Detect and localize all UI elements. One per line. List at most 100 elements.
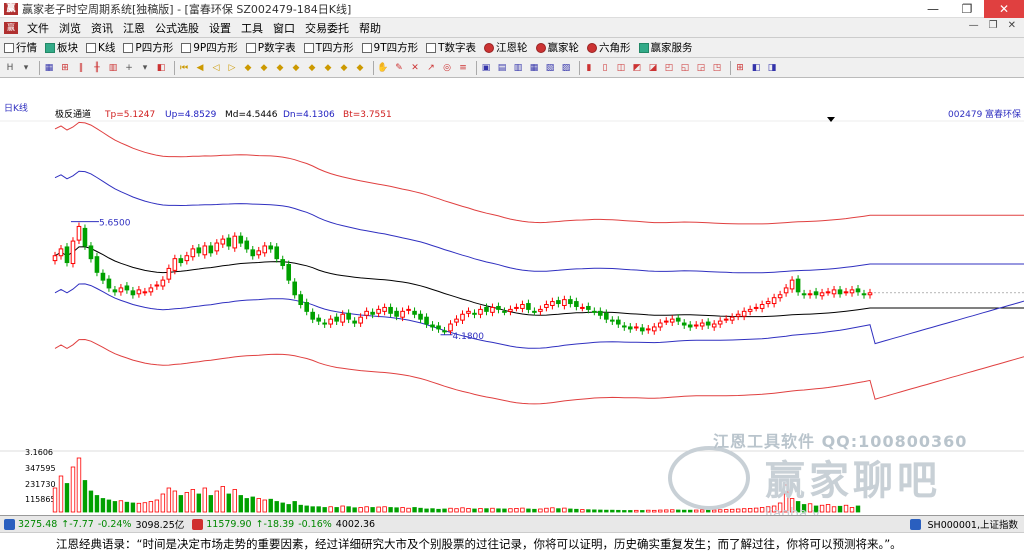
candle-body xyxy=(520,304,525,309)
volume-bar xyxy=(436,508,441,513)
dropdown-icon[interactable]: ▾ xyxy=(20,62,32,74)
toolbar-kline-button[interactable]: K线 xyxy=(82,40,119,55)
gann-icon[interactable]: ◎ xyxy=(441,62,453,74)
candle-body xyxy=(310,311,315,320)
volume-bar xyxy=(214,490,219,513)
current-index-label[interactable]: SH000001,上证指数 xyxy=(928,517,1018,531)
bar-tool-icon[interactable]: ‖ xyxy=(75,62,87,74)
diamond8-icon[interactable]: ◆ xyxy=(354,62,366,74)
diamond4-icon[interactable]: ◆ xyxy=(290,62,302,74)
maximize-button[interactable]: ❐ xyxy=(950,0,984,18)
candle-tool-icon[interactable]: ⊞ xyxy=(59,62,71,74)
toolbar-9p-square-button[interactable]: 9P四方形 xyxy=(177,40,242,55)
fib-icon[interactable]: ≡ xyxy=(457,62,469,74)
minimize-button[interactable]: — xyxy=(916,0,950,18)
toolbar-t-table-button[interactable]: T数字表 xyxy=(422,40,480,55)
mdi-close-button[interactable]: ✕ xyxy=(1008,20,1016,31)
menu-settings[interactable]: 设置 xyxy=(204,20,236,36)
right-icon[interactable]: ▷ xyxy=(226,62,238,74)
mdi-restore-button[interactable]: ❐ xyxy=(989,20,998,31)
chart9-icon[interactable]: ◳ xyxy=(711,62,723,74)
diamond1-icon[interactable]: ◆ xyxy=(242,62,254,74)
menu-formula[interactable]: 公式选股 xyxy=(150,20,204,36)
chart5-icon[interactable]: ◪ xyxy=(647,62,659,74)
toolbar-gann-wheel-button[interactable]: 江恩轮 xyxy=(480,40,532,55)
chart2-icon[interactable]: ▯ xyxy=(599,62,611,74)
mdi-minimize-button[interactable]: — xyxy=(969,20,979,31)
candle-body xyxy=(466,310,471,314)
chart6-icon[interactable]: ◰ xyxy=(663,62,675,74)
grid-tool-icon[interactable]: ▦ xyxy=(43,62,55,74)
plus-tool-icon[interactable]: + xyxy=(123,62,135,74)
close-button[interactable]: ✕ xyxy=(984,0,1024,18)
toolbar-p-square-button[interactable]: P四方形 xyxy=(119,40,177,55)
mark-tool-icon[interactable]: ◧ xyxy=(155,62,167,74)
report3-icon[interactable]: ▥ xyxy=(512,62,524,74)
arrow-icon[interactable]: ↗ xyxy=(425,62,437,74)
window-title: 赢家老子时空周期系统[独稿版] - [富春环保 SZ002479-184日K线] xyxy=(22,2,352,16)
chart4-icon[interactable]: ◩ xyxy=(631,62,643,74)
cross-icon[interactable]: ✕ xyxy=(409,62,421,74)
candle-body xyxy=(346,312,351,320)
volume-bar xyxy=(208,495,214,513)
toolbar-winner-wheel-button[interactable]: 赢家轮 xyxy=(532,40,584,55)
chart3-icon[interactable]: ◫ xyxy=(615,62,627,74)
candle-body xyxy=(532,310,537,313)
menu-tools[interactable]: 工具 xyxy=(236,20,268,36)
first-icon[interactable]: ⏮ xyxy=(178,62,190,74)
volume-bar xyxy=(334,507,339,513)
volume-bar xyxy=(711,509,717,513)
menu-window[interactable]: 窗口 xyxy=(268,20,300,36)
diamond7-icon[interactable]: ◆ xyxy=(338,62,350,74)
menu-trade[interactable]: 交易委托 xyxy=(300,20,354,36)
layout-icon[interactable]: ◧ xyxy=(750,62,762,74)
chart7-icon[interactable]: ◱ xyxy=(679,62,691,74)
left-icon[interactable]: ◁ xyxy=(210,62,222,74)
candle-body xyxy=(687,324,693,328)
hand-icon[interactable]: ✋ xyxy=(377,62,389,74)
candle-body xyxy=(508,308,513,312)
menu-help[interactable]: 帮助 xyxy=(354,20,386,36)
report6-icon[interactable]: ▨ xyxy=(560,62,572,74)
toolbar-sector-button[interactable]: 板块 xyxy=(41,40,82,55)
toolbar-t-square-button[interactable]: T四方形 xyxy=(300,40,358,55)
toolbar-service-button[interactable]: 赢家服务 xyxy=(635,40,697,55)
menu-browse[interactable]: 浏览 xyxy=(54,20,86,36)
toolbar-p-table-button[interactable]: P数字表 xyxy=(242,40,300,55)
chart1-icon[interactable]: ▮ xyxy=(583,62,595,74)
diamond5-icon[interactable]: ◆ xyxy=(306,62,318,74)
volume-bar xyxy=(226,493,231,513)
toolbar-hexagon-button[interactable]: 六角形 xyxy=(583,40,635,55)
report2-icon[interactable]: ▤ xyxy=(496,62,508,74)
report5-icon[interactable]: ▧ xyxy=(544,62,556,74)
candle-body xyxy=(502,310,507,313)
menu-file[interactable]: 文件 xyxy=(22,20,54,36)
dropdown2-icon[interactable]: ▾ xyxy=(139,62,151,74)
volume-bar xyxy=(694,509,699,513)
diamond3-icon[interactable]: ◆ xyxy=(274,62,286,74)
candle-body xyxy=(364,310,369,316)
chart8-icon[interactable]: ◲ xyxy=(695,62,707,74)
report4-icon[interactable]: ▦ xyxy=(528,62,540,74)
cursor-tool-icon[interactable]: H xyxy=(4,62,16,74)
volume-tool-icon[interactable]: ▥ xyxy=(107,62,119,74)
diamond2-icon[interactable]: ◆ xyxy=(258,62,270,74)
sz-index-icon xyxy=(192,518,204,530)
table-icon[interactable]: ⊞ xyxy=(734,62,746,74)
index-switch-icon[interactable] xyxy=(909,518,921,530)
menu-info[interactable]: 资讯 xyxy=(86,20,118,36)
volume-bar xyxy=(424,508,429,513)
volume-bar xyxy=(190,489,196,513)
toolbar-quotes-button[interactable]: 行情 xyxy=(0,40,41,55)
window-icon[interactable]: ◨ xyxy=(766,62,778,74)
toolbar-9t-square-button[interactable]: 9T四方形 xyxy=(358,40,423,55)
volume-bar xyxy=(700,509,705,513)
prev-icon[interactable]: ◀ xyxy=(194,62,206,74)
report1-icon[interactable]: ▣ xyxy=(480,62,492,74)
pen-icon[interactable]: ✎ xyxy=(393,62,405,74)
volume-bar xyxy=(472,508,477,513)
diamond6-icon[interactable]: ◆ xyxy=(322,62,334,74)
menu-gann[interactable]: 江恩 xyxy=(118,20,150,36)
volume-bar xyxy=(184,492,190,513)
line-tool-icon[interactable]: ╫ xyxy=(91,62,103,74)
